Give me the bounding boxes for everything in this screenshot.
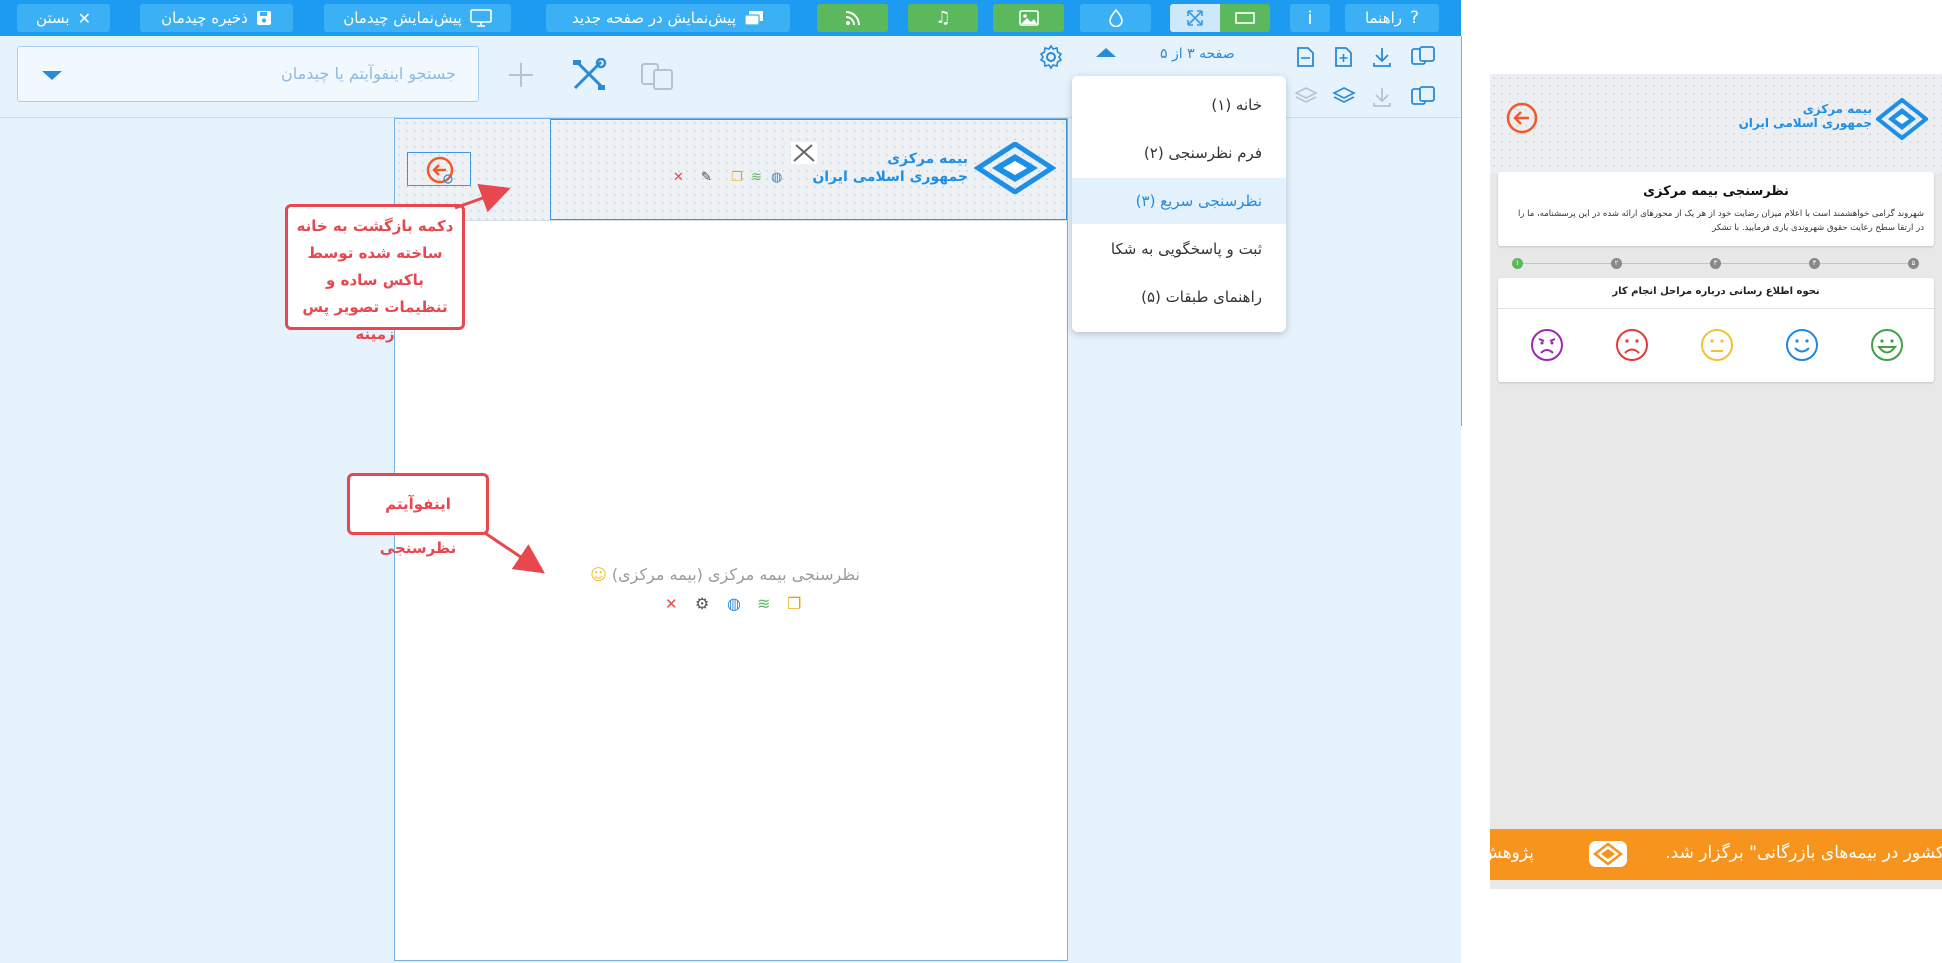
rss-icon bbox=[844, 9, 862, 27]
copy-layer-icon[interactable] bbox=[1410, 86, 1436, 112]
live-preview: بیمه مرکزی جمهوری اسلامی ایران نظرسنجی ب… bbox=[1490, 74, 1942, 889]
face-happy-icon[interactable] bbox=[1870, 328, 1904, 366]
help-button[interactable]: ? راهنما bbox=[1345, 4, 1439, 32]
preview-new-page-label: پیش‌نمایش در صفحه جدید bbox=[572, 9, 737, 27]
preview-question-title: نحوه اطلاع رسانی درباره مراحل انجام کار bbox=[1612, 286, 1820, 297]
page-item-label: خانه (۱) bbox=[1211, 96, 1262, 114]
ticker-logo-icon bbox=[1588, 840, 1628, 873]
news-ticker: کشور در بیمه‌های بازرگانی" برگزار شد. پژ… bbox=[1490, 829, 1942, 880]
page-item-floor-guide[interactable]: راهنمای طبقات (۵) bbox=[1072, 274, 1286, 320]
page-item-label: نظرسنجی سریع (۳) bbox=[1135, 192, 1262, 210]
divider bbox=[1498, 308, 1934, 309]
page-item-home[interactable]: خانه (۱) bbox=[1072, 82, 1286, 128]
preview-survey-desc: شهروند گرامی خواهشمند است با اعلام میزان… bbox=[1517, 209, 1924, 233]
frame-mode-button[interactable] bbox=[1220, 4, 1270, 32]
chevron-up-icon[interactable] bbox=[1096, 48, 1116, 57]
preview-separator bbox=[1461, 36, 1462, 426]
color-drop-button[interactable] bbox=[1080, 4, 1151, 32]
step-dot[interactable]: ۳ bbox=[1710, 258, 1721, 269]
preview-survey-card: نظرسنجی بیمه مرکزی شهروند گرامی خواهشمند… bbox=[1498, 172, 1934, 246]
face-sad-icon[interactable] bbox=[1615, 328, 1649, 366]
step-dot[interactable]: ۴ bbox=[1809, 258, 1820, 269]
search-input[interactable]: جستجو اینفوآیتم یا چیدمان bbox=[17, 46, 479, 102]
save-layout-button[interactable]: ذخیره چیدمان bbox=[140, 4, 293, 32]
save-label: ذخیره چیدمان bbox=[161, 9, 248, 27]
layers-disabled-icon bbox=[1294, 86, 1318, 110]
preview-logo-icon bbox=[1874, 97, 1930, 144]
back-home-icon[interactable] bbox=[1506, 102, 1538, 138]
close-button[interactable]: ✕ بستن bbox=[17, 4, 110, 32]
music-icon: ♫ bbox=[935, 8, 951, 28]
copy-icon[interactable] bbox=[1410, 46, 1436, 72]
step-dot[interactable]: ۵ bbox=[1908, 258, 1919, 269]
ticker-text: کشور در بیمه‌های بازرگانی" برگزار شد. bbox=[1665, 843, 1942, 863]
face-smile-icon[interactable] bbox=[1785, 328, 1819, 366]
preview-label: پیش‌نمایش چیدمان bbox=[343, 9, 462, 27]
gear-icon[interactable] bbox=[1038, 44, 1064, 74]
page-item-label: راهنمای طبقات (۵) bbox=[1141, 288, 1262, 306]
fit-mode-button[interactable] bbox=[1170, 4, 1220, 32]
page-icon[interactable] bbox=[1294, 46, 1316, 72]
face-angry-icon[interactable] bbox=[1530, 328, 1564, 366]
preview-new-page-button[interactable]: پیش‌نمایش در صفحه جدید bbox=[546, 4, 790, 32]
question-icon: ? bbox=[1410, 8, 1420, 28]
preview-steps: ۱ ۲ ۳ ۴ ۵ bbox=[1512, 258, 1920, 270]
rectangle-icon bbox=[1235, 11, 1255, 25]
arrows-expand-icon bbox=[1186, 9, 1204, 27]
image-icon bbox=[1018, 10, 1039, 26]
search-placeholder: جستجو اینفوآیتم یا چیدمان bbox=[281, 64, 456, 83]
download-disabled-icon bbox=[1371, 86, 1393, 112]
top-toolbar: ✕ بستن ذخیره چیدمان پیش‌نمایش چیدمان پیش… bbox=[0, 0, 1461, 36]
ticker-next-text: پژوهش bbox=[1490, 843, 1534, 863]
music-button[interactable]: ♫ bbox=[908, 4, 978, 32]
monitor-icon bbox=[470, 9, 492, 27]
page-item-quick-survey[interactable]: نظرسنجی سریع (۳) bbox=[1072, 178, 1286, 224]
preview-logo-text: بیمه مرکزی جمهوری اسلامی ایران bbox=[1739, 102, 1872, 130]
preview-logo-line-1: بیمه مرکزی bbox=[1802, 102, 1872, 116]
image-button[interactable] bbox=[993, 4, 1064, 32]
preview-header: بیمه مرکزی جمهوری اسلامی ایران bbox=[1490, 74, 1942, 174]
plus-icon[interactable] bbox=[506, 60, 536, 94]
preview-logo-line-2: جمهوری اسلامی ایران bbox=[1738, 116, 1872, 130]
drop-icon bbox=[1108, 9, 1123, 27]
download-icon[interactable] bbox=[1371, 46, 1393, 72]
page-item-survey-form[interactable]: فرم نظرسنجی (۲) bbox=[1072, 130, 1286, 176]
info-icon: i bbox=[1307, 7, 1313, 29]
windows-icon bbox=[744, 10, 764, 26]
page-item-complaints[interactable]: ثبت و پاسخگویی به شکا bbox=[1072, 226, 1286, 272]
page-item-label: ثبت و پاسخگویی به شکا bbox=[1110, 240, 1262, 258]
annotation-arrows bbox=[454, 184, 545, 574]
close-label: بستن bbox=[36, 9, 70, 27]
rss-button[interactable] bbox=[817, 4, 888, 32]
help-label: راهنما bbox=[1364, 9, 1403, 27]
paste-icon[interactable] bbox=[640, 61, 676, 95]
chevron-down-icon[interactable] bbox=[42, 71, 62, 80]
step-dot[interactable]: ۲ bbox=[1611, 258, 1622, 269]
preview-survey-title: نظرسنجی بیمه مرکزی bbox=[1643, 184, 1789, 199]
layers-add-icon[interactable] bbox=[1332, 86, 1356, 110]
pages-dropdown: خانه (۱) فرم نظرسنجی (۲) نظرسنجی سریع (۳… bbox=[1072, 76, 1286, 332]
tools-icon[interactable] bbox=[571, 57, 607, 96]
page-item-label: فرم نظرسنجی (۲) bbox=[1143, 144, 1262, 162]
page-indicator: صفحه ۳ از ۵ bbox=[1160, 46, 1235, 62]
close-icon: ✕ bbox=[77, 8, 91, 28]
save-icon bbox=[256, 10, 272, 26]
face-neutral-icon[interactable] bbox=[1700, 328, 1734, 366]
preview-layout-button[interactable]: پیش‌نمایش چیدمان bbox=[324, 4, 511, 32]
preview-question-card: نحوه اطلاع رسانی درباره مراحل انجام کار bbox=[1498, 278, 1934, 382]
add-page-icon[interactable] bbox=[1332, 46, 1354, 72]
info-button[interactable]: i bbox=[1290, 4, 1330, 32]
step-dot[interactable]: ۱ bbox=[1512, 258, 1523, 269]
